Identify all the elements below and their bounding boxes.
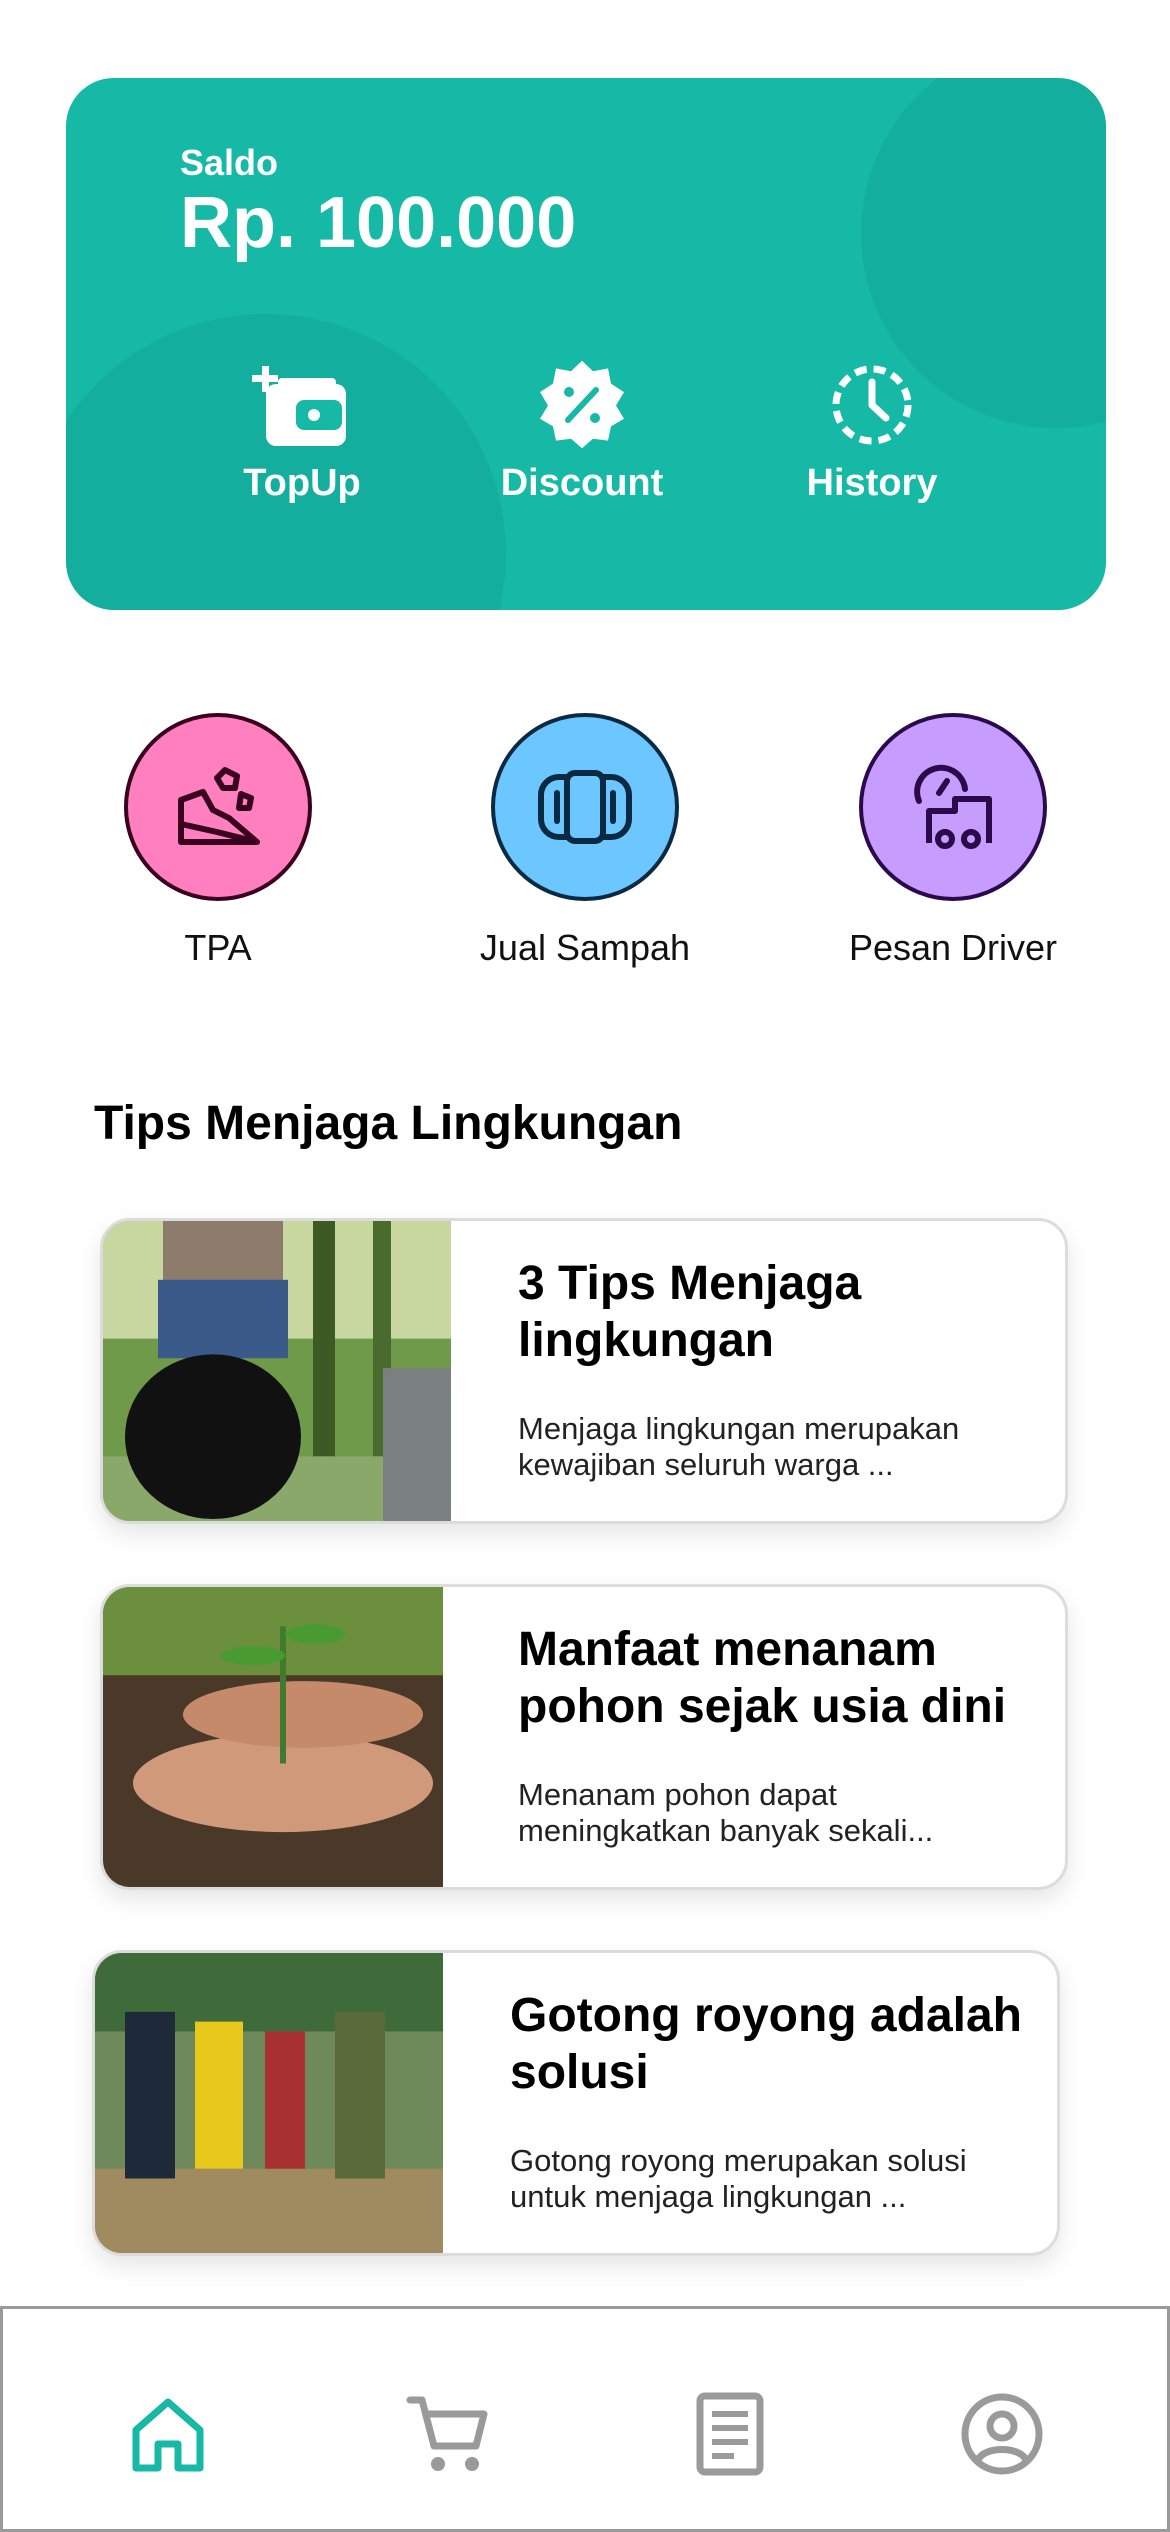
tip-image-gotong-royong [95, 1953, 443, 2253]
cart-icon [406, 2396, 488, 2471]
wallet-plus-icon [252, 366, 346, 446]
service-pesan-driver-label: Pesan Driver [848, 927, 1058, 968]
service-tpa-circle[interactable] [124, 713, 312, 901]
service-tpa-label: TPA [184, 927, 252, 968]
service-jual-sampah-label: Jual Sampah [479, 927, 691, 968]
service-pesan-driver-circle[interactable] [859, 713, 1047, 901]
tip-card-2[interactable]: Manfaat menanam pohon sejak usia dini Me… [100, 1584, 1068, 1890]
tip-title: 3 Tips Menjaga lingkungan [518, 1257, 862, 1367]
section-title: Tips Menjaga Lingkungan [94, 1097, 683, 1150]
nav-cart[interactable] [403, 2389, 493, 2479]
profile-icon [961, 2393, 1043, 2475]
tip-image-trash-bag [103, 1221, 451, 1521]
tip-image-planting [103, 1587, 443, 1887]
balance-label: Saldo [180, 142, 279, 183]
tip-title: Manfaat menanam pohon sejak usia dini [518, 1623, 1007, 1733]
history-clock-icon [832, 365, 912, 445]
tip-description: Menjaga lingkungan merupakan kewajiban s… [518, 1411, 960, 1482]
exchange-icon [538, 770, 632, 844]
tip-description: Menanam pohon dapat meningkatkan banyak … [518, 1777, 934, 1848]
discount-badge-icon [540, 360, 624, 449]
bottom-nav [0, 2306, 1170, 2532]
document-icon [696, 2392, 764, 2476]
landfill-icon [178, 767, 260, 845]
truck-icon [914, 764, 992, 849]
topup-label: TopUp [243, 462, 361, 504]
service-pesan-driver[interactable]: Pesan Driver [823, 713, 1083, 969]
history-label: History [806, 462, 938, 504]
service-jual-sampah[interactable]: Jual Sampah [455, 713, 715, 969]
nav-document[interactable] [685, 2389, 775, 2479]
tip-card-3[interactable]: Gotong royong adalah solusi Gotong royon… [92, 1950, 1060, 2256]
service-jual-sampah-circle[interactable] [491, 713, 679, 901]
balance-card: Saldo Rp. 100.000 TopUp Discount History [66, 78, 1106, 610]
nav-profile[interactable] [957, 2389, 1047, 2479]
tip-title: Gotong royong adalah solusi [510, 1989, 1022, 2099]
topup-button[interactable]: TopUp [192, 360, 412, 505]
discount-label: Discount [500, 462, 664, 504]
tip-description: Gotong royong merupakan solusi untuk men… [510, 2143, 967, 2214]
service-tpa[interactable]: TPA [88, 713, 348, 969]
nav-home[interactable] [123, 2389, 213, 2479]
home-icon [132, 2398, 204, 2472]
history-button[interactable]: History [762, 360, 982, 505]
tip-card-1[interactable]: 3 Tips Menjaga lingkungan Menjaga lingku… [100, 1218, 1068, 1524]
balance-amount: Rp. 100.000 [180, 183, 577, 263]
discount-button[interactable]: Discount [472, 360, 692, 505]
